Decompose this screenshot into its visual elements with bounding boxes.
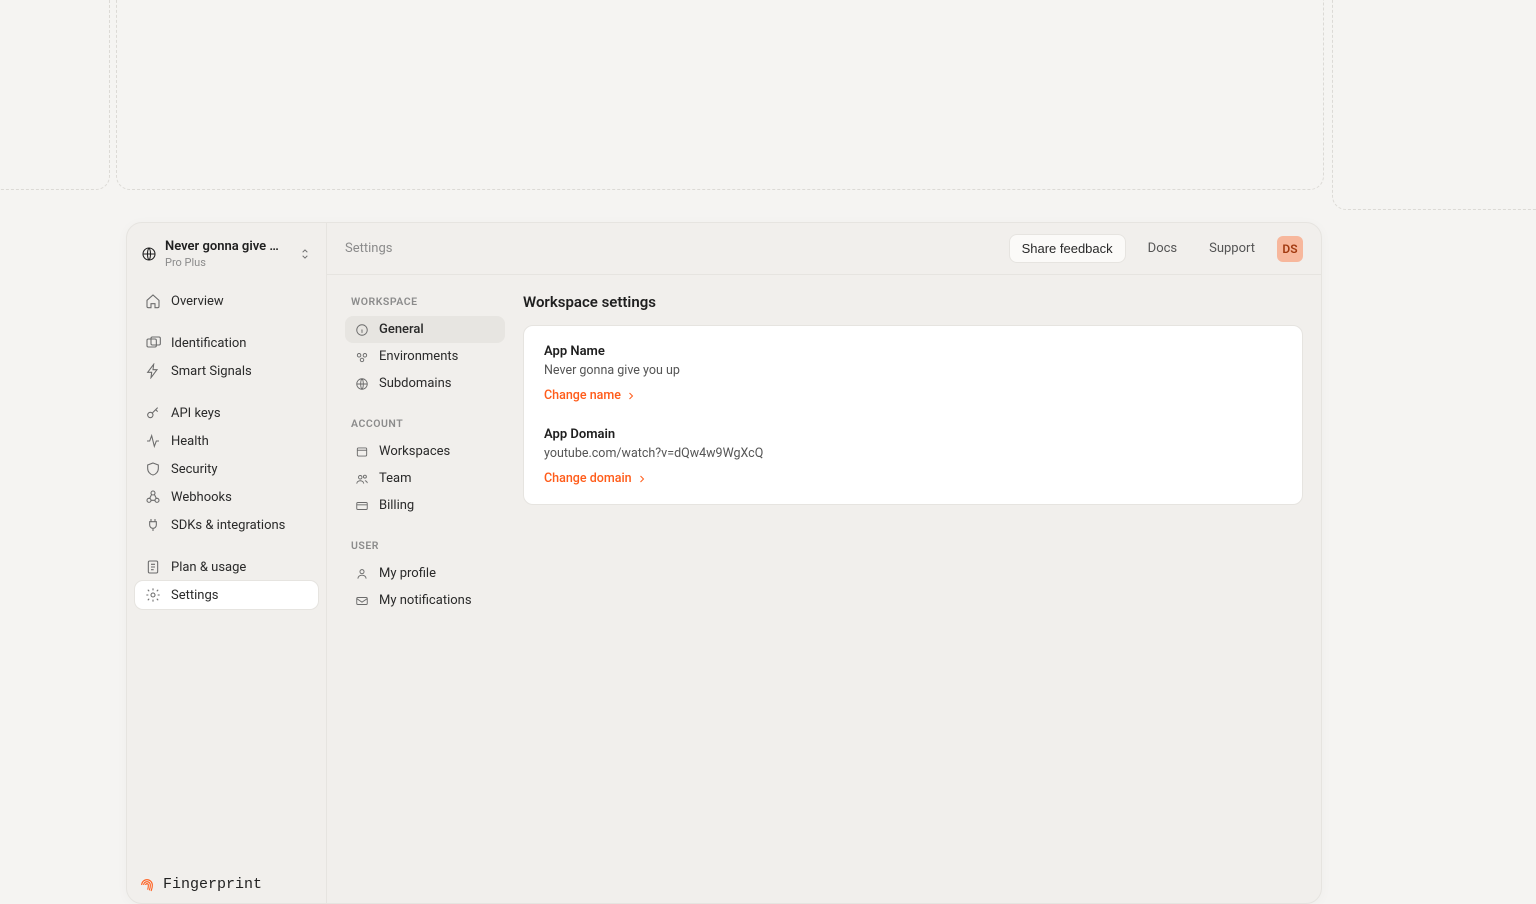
settings-item-label: Workspaces	[379, 444, 450, 459]
receipt-icon	[145, 559, 161, 575]
home-icon	[145, 293, 161, 309]
chevron-right-icon	[636, 473, 648, 485]
webhook-icon	[145, 489, 161, 505]
breadcrumb: Settings	[345, 241, 392, 256]
settings-item-workspaces[interactable]: Workspaces	[345, 438, 505, 465]
mail-icon	[355, 594, 369, 608]
settings-item-environments[interactable]: Environments	[345, 343, 505, 370]
globe-icon	[141, 246, 157, 262]
settings-item-label: Team	[379, 471, 412, 486]
sidebar-item-label: API keys	[171, 406, 221, 421]
settings-group-workspace: WORKSPACE	[345, 293, 505, 316]
sidebar-item-health[interactable]: Health	[135, 427, 318, 455]
sidebar-item-label: Identification	[171, 336, 246, 351]
sidebar-item-label: Smart Signals	[171, 364, 252, 379]
settings-nav: WORKSPACE General Environments Subdomain…	[345, 293, 505, 885]
sidebar-item-overview[interactable]: Overview	[135, 287, 318, 315]
app-name-field: App Name Never gonna give you up Change …	[544, 344, 1282, 403]
app-name-value: Never gonna give you up	[544, 363, 1282, 378]
content-area: Workspace settings App Name Never gonna …	[523, 293, 1303, 885]
sidebar-item-label: Settings	[171, 588, 218, 603]
sidebar-item-smart-signals[interactable]: Smart Signals	[135, 357, 318, 385]
sidebar-item-label: Plan & usage	[171, 560, 246, 575]
topbar: Settings Share feedback Docs Support DS	[327, 223, 1321, 275]
sidebar-item-label: Webhooks	[171, 490, 232, 505]
settings-item-label: My profile	[379, 566, 436, 581]
app-name-label: App Name	[544, 344, 1282, 359]
fingerprint-icon	[139, 877, 155, 893]
share-feedback-button[interactable]: Share feedback	[1009, 234, 1126, 263]
page-title: Workspace settings	[523, 293, 1303, 311]
workspace-plan: Pro Plus	[165, 256, 285, 269]
settings-group-user: USER	[345, 537, 505, 560]
docs-link[interactable]: Docs	[1138, 235, 1187, 262]
sidebar-item-label: Overview	[171, 294, 224, 309]
support-link[interactable]: Support	[1199, 235, 1265, 262]
settings-group-account: ACCOUNT	[345, 415, 505, 438]
bolt-icon	[145, 363, 161, 379]
workspace-switcher[interactable]: Never gonna give yo… Pro Plus	[135, 229, 318, 281]
sidebar-item-plan-usage[interactable]: Plan & usage	[135, 553, 318, 581]
change-name-link[interactable]: Change name	[544, 388, 637, 403]
settings-item-billing[interactable]: Billing	[345, 492, 505, 519]
card-icon	[355, 499, 369, 513]
sidebar-item-label: Health	[171, 434, 209, 449]
settings-item-general[interactable]: General	[345, 316, 505, 343]
chevron-up-down-icon	[298, 247, 312, 261]
app-domain-label: App Domain	[544, 427, 1282, 442]
brand-logo: Fingerprint	[139, 876, 262, 893]
change-name-label: Change name	[544, 388, 621, 403]
bg-ghost-card	[1332, 0, 1536, 210]
settings-item-subdomains[interactable]: Subdomains	[345, 370, 505, 397]
sidebar-item-webhooks[interactable]: Webhooks	[135, 483, 318, 511]
settings-item-label: My notifications	[379, 593, 472, 608]
settings-item-team[interactable]: Team	[345, 465, 505, 492]
settings-item-profile[interactable]: My profile	[345, 560, 505, 587]
chevron-right-icon	[625, 390, 637, 402]
user-avatar[interactable]: DS	[1277, 236, 1303, 262]
change-domain-link[interactable]: Change domain	[544, 471, 648, 486]
identification-icon	[145, 335, 161, 351]
app-window: Never gonna give yo… Pro Plus Overview I…	[126, 222, 1322, 904]
user-icon	[355, 567, 369, 581]
app-domain-field: App Domain youtube.com/watch?v=dQw4w9WgX…	[544, 427, 1282, 486]
workspace-name: Never gonna give yo…	[165, 239, 285, 254]
settings-item-notifications[interactable]: My notifications	[345, 587, 505, 614]
bg-ghost-card	[116, 0, 1324, 190]
globe-icon	[355, 377, 369, 391]
workspace-label-block: Never gonna give yo… Pro Plus	[165, 239, 285, 269]
brand-name: Fingerprint	[163, 876, 262, 893]
window-icon	[355, 445, 369, 459]
sidebar-item-sdks[interactable]: SDKs & integrations	[135, 511, 318, 539]
settings-item-label: Subdomains	[379, 376, 451, 391]
sidebar: Never gonna give yo… Pro Plus Overview I…	[127, 223, 327, 903]
stack-icon	[355, 350, 369, 364]
sidebar-item-label: SDKs & integrations	[171, 518, 285, 533]
info-icon	[355, 323, 369, 337]
sidebar-item-settings[interactable]: Settings	[135, 581, 318, 609]
sidebar-item-api-keys[interactable]: API keys	[135, 399, 318, 427]
activity-icon	[145, 433, 161, 449]
change-domain-label: Change domain	[544, 471, 632, 486]
settings-item-label: General	[379, 322, 424, 337]
users-icon	[355, 472, 369, 486]
settings-item-label: Billing	[379, 498, 414, 513]
sidebar-item-label: Security	[171, 462, 218, 477]
shield-icon	[145, 461, 161, 477]
gear-icon	[145, 587, 161, 603]
key-icon	[145, 405, 161, 421]
app-domain-value: youtube.com/watch?v=dQw4w9WgXcQ	[544, 446, 1282, 461]
workspace-settings-card: App Name Never gonna give you up Change …	[523, 325, 1303, 505]
main-area: Settings Share feedback Docs Support DS …	[327, 223, 1321, 903]
sidebar-item-security[interactable]: Security	[135, 455, 318, 483]
bg-ghost-card	[0, 0, 110, 190]
settings-item-label: Environments	[379, 349, 458, 364]
sidebar-item-identification[interactable]: Identification	[135, 329, 318, 357]
plug-icon	[145, 517, 161, 533]
